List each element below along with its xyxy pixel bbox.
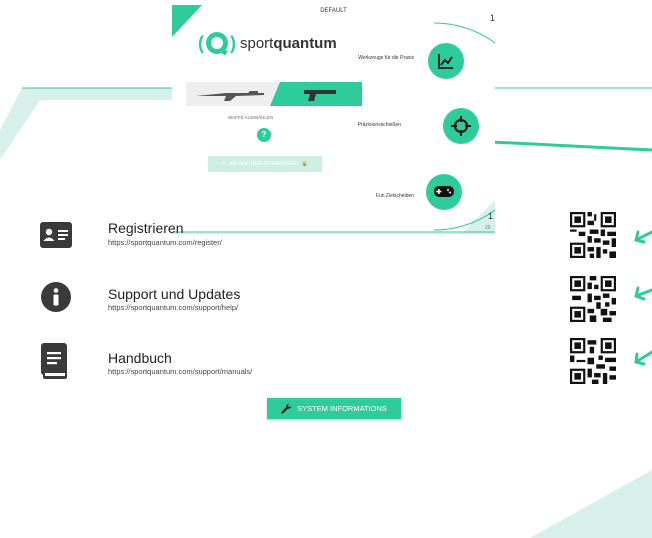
panel-title: DEFAULT: [320, 8, 347, 14]
wrench-icon: [281, 403, 292, 414]
power-icon: ⏻: [222, 161, 226, 167]
lock-icon: 🔒: [301, 161, 308, 167]
menu-label-precision: Präzisionsschießen: [357, 122, 401, 128]
qr-code-support: [570, 276, 616, 322]
menu-fun-button[interactable]: [426, 174, 462, 210]
logo-text: sportquantum: [240, 34, 337, 52]
system-informations-button[interactable]: SYSTEM INFORMATIONS: [267, 398, 401, 419]
shutdown-button[interactable]: ⏻ ANLAGE HERUNTERFAHREN 🔒: [208, 156, 322, 172]
partial-text-bottom: 1: [488, 211, 494, 221]
qr-code-register: [570, 212, 616, 258]
chart-icon: [438, 54, 453, 69]
app-preview-panel: DEFAULT ( ) sportquantum WAFFE AUSWÄHLEN…: [172, 5, 495, 234]
tab-rifle[interactable]: [186, 82, 280, 106]
weapon-tabs: [186, 82, 362, 106]
info-icon: [41, 282, 71, 317]
menu-tools-button[interactable]: [428, 43, 464, 79]
menu-label-fun: Fun Zielscheiben: [375, 193, 414, 199]
pistol-icon: [304, 90, 336, 101]
system-button-label: SYSTEM INFORMATIONS: [297, 404, 387, 413]
id-card-icon: [40, 222, 72, 253]
menu-label-tools: Werkzeuge für die Praxis: [358, 55, 414, 61]
weapon-select-label: WAFFE AUSWÄHLEN: [228, 115, 274, 120]
partial-text-top: 1: [490, 13, 495, 23]
link-url-register[interactable]: https://sportquantum.com/register/: [108, 238, 222, 247]
gamepad-icon: [434, 186, 454, 197]
rifle-icon: [196, 91, 264, 101]
link-url-manual[interactable]: https://sportquantum.com/support/manuals…: [108, 367, 252, 376]
book-icon: [41, 343, 67, 384]
sportquantum-logo: ( ) sportquantum: [198, 32, 337, 54]
logo-mark: (: [198, 32, 204, 53]
shutdown-label: ANLAGE HERUNTERFAHREN: [229, 161, 299, 167]
partial-text-bottom-small: 20: [485, 225, 491, 231]
link-title-register[interactable]: Registrieren: [108, 220, 183, 236]
link-title-manual[interactable]: Handbuch: [108, 350, 172, 366]
qr-code-manual: [570, 338, 616, 384]
logo-q-icon: [206, 32, 228, 54]
help-button[interactable]: ?: [257, 128, 271, 142]
link-url-support[interactable]: https://sportquantum.com/support/help/: [108, 303, 238, 312]
tab-pistol[interactable]: [270, 82, 362, 106]
menu-precision-button[interactable]: [443, 108, 479, 144]
crosshair-icon: [451, 116, 471, 136]
link-title-support[interactable]: Support und Updates: [108, 286, 240, 302]
